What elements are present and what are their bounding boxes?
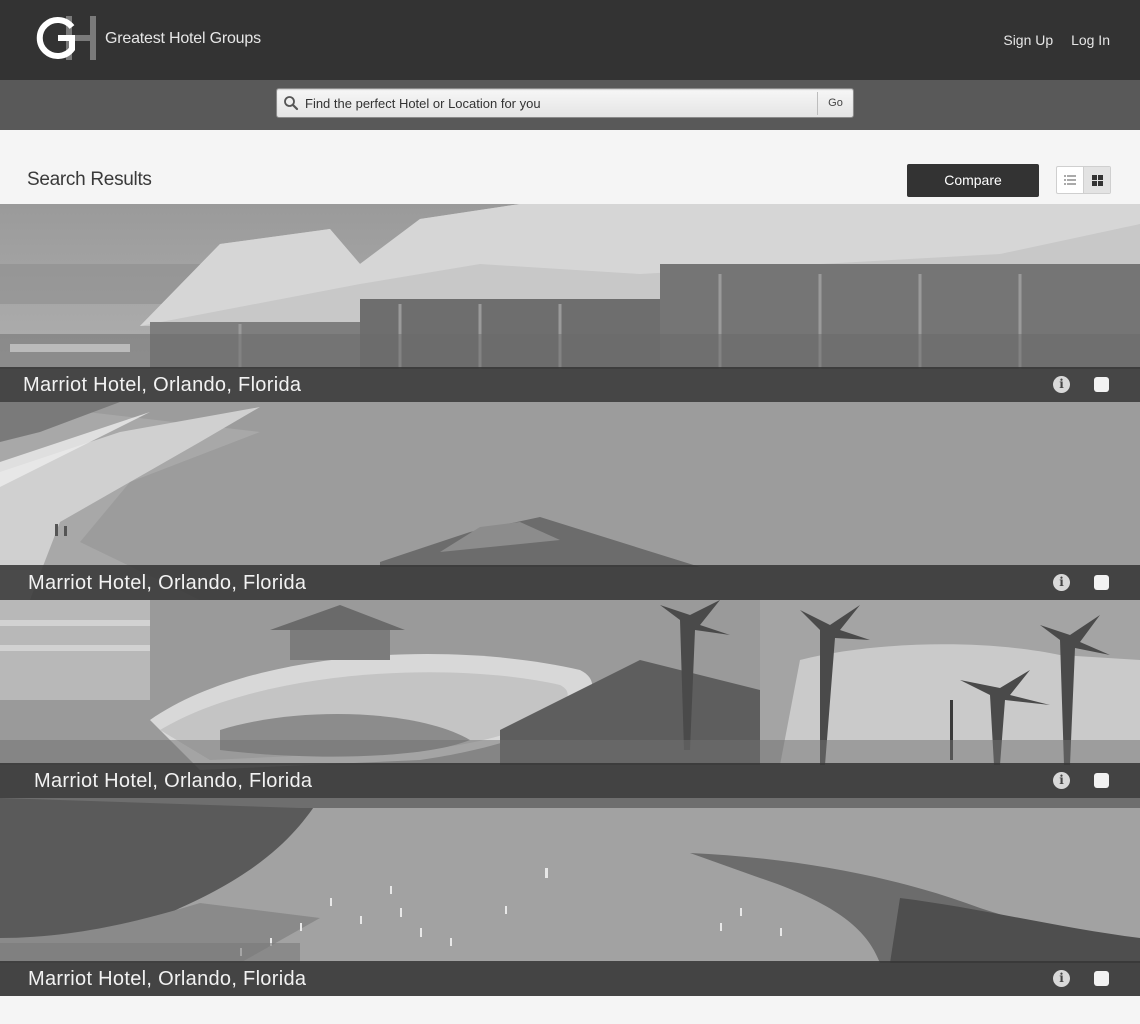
compare-checkbox[interactable] [1094,773,1109,788]
info-icon[interactable]: i [1053,574,1070,591]
hotel-name[interactable]: Marriot Hotel, Orlando, Florida [34,770,312,793]
brand-name: Greatest Hotel Groups [105,30,261,47]
info-icon[interactable]: i [1053,376,1070,393]
result-caption: Marriot Hotel, Orlando, Florida i [0,961,1140,996]
compare-checkbox[interactable] [1094,377,1109,392]
go-button[interactable]: Go [817,92,853,115]
info-icon[interactable]: i [1053,772,1070,789]
magnifier-icon [284,96,299,111]
result-caption: Marriot Hotel, Orlando, Florida i [0,763,1140,798]
compare-button[interactable]: Compare [907,164,1039,197]
result-card[interactable]: Marriot Hotel, Orlando, Florida i [0,600,1140,798]
search-input[interactable] [305,93,820,114]
page-footer [0,996,1140,1024]
compare-checkbox[interactable] [1094,971,1109,986]
grid-view-icon [1091,174,1103,186]
result-caption: Marriot Hotel, Orlando, Florida i [0,367,1140,402]
grid-view-button[interactable] [1083,167,1110,193]
list-view-button[interactable] [1057,167,1083,193]
info-icon[interactable]: i [1053,970,1070,987]
logo[interactable] [28,14,98,62]
sign-up-link[interactable]: Sign Up [1003,32,1053,48]
result-card[interactable]: Marriot Hotel, Orlando, Florida i [0,798,1140,996]
hotel-name[interactable]: Marriot Hotel, Orlando, Florida [23,374,301,397]
result-caption: Marriot Hotel, Orlando, Florida i [0,565,1140,600]
hotel-name[interactable]: Marriot Hotel, Orlando, Florida [28,572,306,595]
search-box: Go [276,88,854,118]
top-bar: Greatest Hotel Groups Sign Up Log In [0,0,1140,80]
page-title: Search Results [27,169,152,190]
hotel-name[interactable]: Marriot Hotel, Orlando, Florida [28,968,306,991]
top-nav: Sign Up Log In [989,32,1110,48]
view-toggle [1056,166,1111,194]
log-in-link[interactable]: Log In [1071,32,1110,48]
list-view-icon [1064,175,1076,185]
result-card[interactable]: Marriot Hotel, Orlando, Florida i [0,402,1140,600]
compare-checkbox[interactable] [1094,575,1109,590]
result-card[interactable]: Marriot Hotel, Orlando, Florida i [0,204,1140,402]
